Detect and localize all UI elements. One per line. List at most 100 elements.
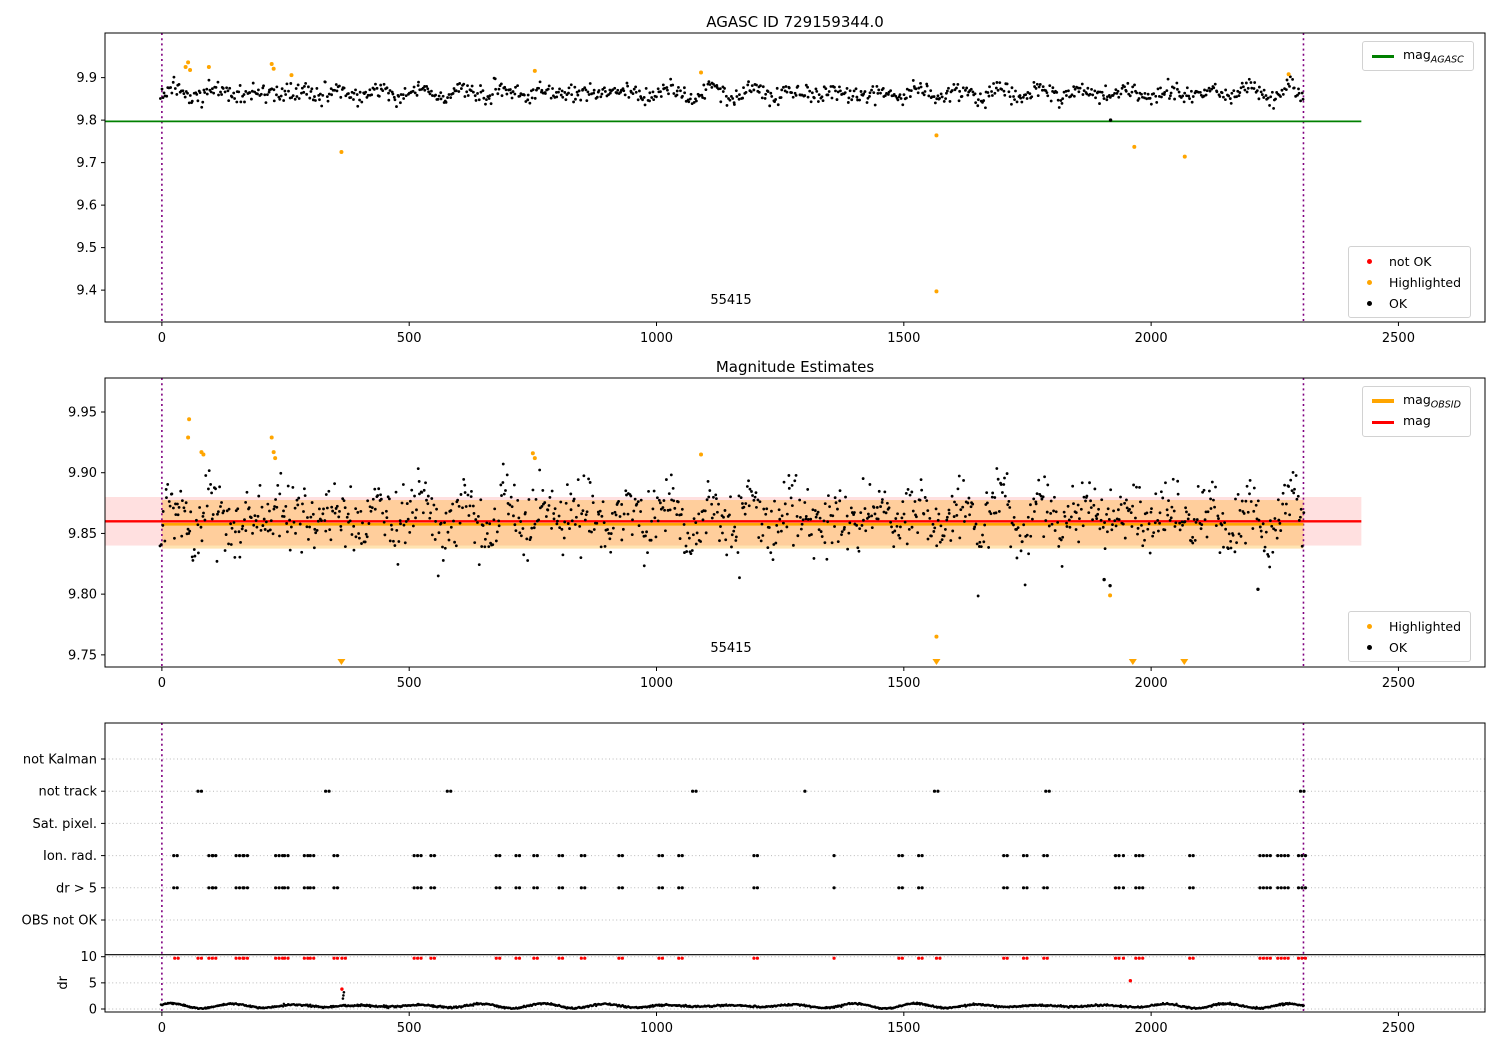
ok-point [1069, 526, 1072, 529]
ok-point [284, 93, 287, 96]
clipped-low-marker [1180, 659, 1188, 665]
ok-point [855, 96, 858, 99]
ok-point [1148, 522, 1151, 525]
dr-gt-5-flag-point [897, 886, 900, 889]
ion-rad-flag-point [211, 854, 214, 857]
ok-point [1124, 537, 1127, 540]
clipped-low-marker [932, 659, 940, 665]
ok-point [770, 95, 773, 98]
ok-point [587, 478, 590, 481]
ok-point [1150, 511, 1153, 514]
ok-point [717, 503, 720, 506]
ion-rad-flag-point [176, 854, 179, 857]
ok-point [672, 92, 675, 95]
ok-point [165, 95, 168, 98]
ok-point [394, 98, 397, 101]
not-ok-point [1046, 957, 1049, 960]
ok-point [476, 521, 479, 524]
ok-point [1082, 93, 1085, 96]
ok-point [751, 494, 754, 497]
x-tick-label: 1000 [640, 1021, 673, 1036]
ok-point [864, 529, 867, 532]
y-tick-label: 9.8 [76, 114, 97, 129]
highlighted-point [699, 71, 703, 75]
ok-point [1187, 517, 1190, 520]
ion-rad-flag-point [756, 854, 759, 857]
ok-point [919, 499, 922, 502]
ok-point [1038, 86, 1041, 89]
y-tick-label: 9.4 [76, 284, 97, 299]
ok-point [718, 539, 721, 542]
ok-point [600, 515, 603, 518]
ok-point [159, 97, 162, 100]
legend-label: magAGASC [1403, 47, 1464, 66]
ok-point [509, 88, 512, 91]
ok-point [735, 536, 738, 539]
ok-point [704, 510, 707, 513]
ok-point [1208, 490, 1211, 493]
ok-point [233, 521, 236, 524]
ok-point [1178, 91, 1181, 94]
ok-dot-sample [1367, 645, 1372, 650]
ok-point [544, 92, 547, 95]
ok-point [1151, 535, 1154, 538]
ok-point [172, 81, 175, 84]
dr-gt-5-flag-point [677, 886, 680, 889]
ok-point [909, 95, 912, 98]
ok-point [677, 501, 680, 504]
dr-gt-5-flag-point [1297, 886, 1300, 889]
ok-point [196, 99, 199, 102]
dr-gt-5-flag-point [286, 886, 289, 889]
ok-point [300, 551, 303, 554]
ok-point [997, 89, 1000, 92]
ok-point [250, 98, 253, 101]
ok-point [423, 489, 426, 492]
ok-point [747, 479, 750, 482]
ok-point [1128, 508, 1131, 511]
ok-point [290, 526, 293, 529]
ok-point [976, 543, 979, 546]
ok-point [889, 89, 892, 92]
ok-point [707, 496, 710, 499]
ok-point [637, 500, 640, 503]
ion-rad-flag-point [917, 854, 920, 857]
dr-gt-5-flag-point [1188, 886, 1191, 889]
ok-point [1239, 509, 1242, 512]
ok-point [173, 537, 176, 540]
ion-rad-flag-point [1002, 854, 1005, 857]
not-ok-point [283, 957, 286, 960]
ok-point [584, 519, 587, 522]
ok-point [563, 521, 566, 524]
x-tick-label: 2000 [1135, 676, 1168, 691]
ok-point [839, 489, 842, 492]
ok-point [269, 529, 272, 532]
ok-point [297, 497, 300, 500]
ok-point [1219, 551, 1222, 554]
ok-point [974, 101, 977, 104]
ok-point [488, 522, 491, 525]
ok-point [1119, 496, 1122, 499]
ok-point [1105, 98, 1108, 101]
ok-point [231, 527, 234, 530]
ok-point [899, 93, 902, 96]
ok-point [407, 518, 410, 521]
ok-point [397, 95, 400, 98]
ok-point [1269, 519, 1272, 522]
x-tick-label: 500 [397, 1021, 422, 1036]
ok-point [212, 513, 215, 516]
not-ok-point [214, 957, 217, 960]
ok-point [243, 101, 246, 104]
ok-point [256, 526, 259, 529]
ok-point [238, 556, 241, 559]
ok-point [1049, 512, 1052, 515]
ok-point [757, 536, 760, 539]
dr-gt-5-flag-point [1276, 886, 1279, 889]
not-ok-point [1006, 957, 1009, 960]
ok-point [1057, 545, 1060, 548]
ok-point [1091, 94, 1094, 97]
ok-point [168, 500, 171, 503]
ok-point [227, 543, 230, 546]
ok-point [200, 106, 203, 109]
ok-point [730, 546, 733, 549]
ok-point [455, 89, 458, 92]
